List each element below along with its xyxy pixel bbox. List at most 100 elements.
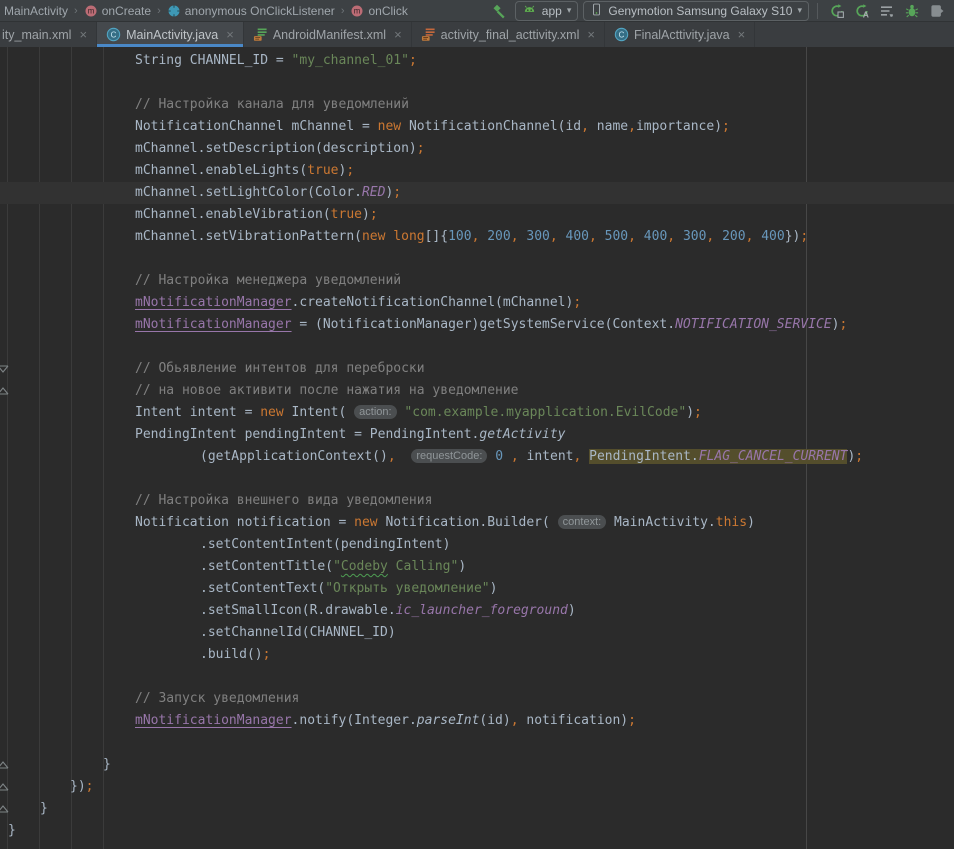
code-token: []{ — [425, 229, 448, 244]
code-line[interactable]: mChannel.enableLights(true); — [0, 160, 954, 182]
code-line[interactable]: String CHANNEL_ID = "my_channel_01"; — [0, 50, 954, 72]
apply-code-changes-button[interactable]: A — [851, 1, 873, 21]
code-token: .createNotificationChannel(mChannel) — [292, 295, 574, 310]
code-line[interactable]: // Настройка внешнего вида уведомления — [0, 490, 954, 512]
run-toolbar: app ▾ Genymotion Samsung Galaxy S10 ▾ A — [488, 1, 948, 21]
debug-button[interactable] — [901, 1, 923, 21]
code-token: ) — [568, 603, 576, 618]
code-token: Intent( — [284, 405, 354, 420]
debug-icon — [904, 3, 920, 19]
tab-mainactivity-java[interactable]: CMainActivity.java× — [97, 22, 244, 47]
code-token: mChannel.setLightColor(Color. — [135, 185, 362, 200]
fold-marker-icon[interactable] — [0, 363, 9, 373]
code-line[interactable]: // Настройка менеджера уведомлений — [0, 270, 954, 292]
code-token: "my_channel_01" — [292, 53, 409, 68]
code-token — [675, 229, 683, 244]
device-selector[interactable]: Genymotion Samsung Galaxy S10 ▾ — [583, 1, 809, 21]
fold-marker-icon[interactable] — [0, 759, 9, 769]
code-line[interactable]: Intent intent = new Intent( action: "com… — [0, 402, 954, 424]
code-line[interactable]: // Запуск уведомления — [0, 688, 954, 710]
tab-close-button[interactable]: × — [394, 28, 402, 41]
code-line[interactable]: } — [0, 754, 954, 776]
code-token: ; — [694, 405, 702, 420]
code-line[interactable] — [0, 732, 954, 754]
code-token: .setContentIntent(pendingIntent) — [200, 537, 450, 552]
code-token: parseInt — [417, 713, 480, 728]
code-token: name — [589, 119, 628, 134]
code-line[interactable]: mNotificationManager.notify(Integer.pars… — [0, 710, 954, 732]
code-line[interactable] — [0, 248, 954, 270]
code-line[interactable]: mChannel.setVibrationPattern(new long[]{… — [0, 226, 954, 248]
breadcrumb-label: onCreate — [102, 4, 151, 18]
profile-button[interactable] — [926, 1, 948, 21]
code-line[interactable]: } — [0, 798, 954, 820]
code-token: .notify(Integer. — [292, 713, 417, 728]
code-line[interactable]: .setContentIntent(pendingIntent) — [0, 534, 954, 556]
code-line[interactable]: // на новое активити после нажатия на ув… — [0, 380, 954, 402]
code-line[interactable] — [0, 336, 954, 358]
tab-activity-final-acttivity-xml[interactable]: activity_final_acttivity.xml× — [412, 22, 605, 47]
breadcrumb-label: MainActivity — [4, 4, 68, 18]
build-hammer-button[interactable] — [488, 1, 510, 21]
module-selector[interactable]: app ▾ — [515, 1, 579, 21]
tab-close-button[interactable]: × — [738, 28, 746, 41]
code-line[interactable]: }); — [0, 776, 954, 798]
breadcrumb-label: onClick — [368, 4, 407, 18]
code-line[interactable]: (getApplicationContext(), requestCode: 0… — [0, 446, 954, 468]
module-selector-label: app — [542, 4, 562, 18]
code-line[interactable]: mNotificationManager.createNotificationC… — [0, 292, 954, 314]
code-token: // Настройка канала для уведомлений — [135, 97, 409, 112]
code-line[interactable]: mChannel.enableVibration(true); — [0, 204, 954, 226]
code-token: // Обьявление интентов для переброски — [135, 361, 425, 376]
code-token: ) — [747, 515, 755, 530]
code-line[interactable]: .setContentTitle("Codeby Calling") — [0, 556, 954, 578]
code-token: } — [8, 823, 16, 838]
code-line[interactable]: NotificationChannel mChannel = new Notif… — [0, 116, 954, 138]
code-token: 200 — [487, 229, 510, 244]
profile-icon — [929, 3, 945, 19]
code-line[interactable]: mChannel.setDescription(description); — [0, 138, 954, 160]
fold-marker-icon[interactable] — [0, 385, 9, 395]
code-line[interactable]: .setContentText("Открыть уведомление") — [0, 578, 954, 600]
tab-close-button[interactable]: × — [587, 28, 595, 41]
tab-finalacttivity-java[interactable]: CFinalActtivity.java× — [605, 22, 755, 47]
code-token: mChannel.enableLights( — [135, 163, 307, 178]
code-token: } — [103, 757, 111, 772]
breadcrumb-item-anonymous-onclicklistener[interactable]: anonymous OnClickListener — [165, 4, 337, 18]
code-line[interactable]: mNotificationManager = (NotificationMana… — [0, 314, 954, 336]
tab-close-button[interactable]: × — [226, 28, 234, 41]
tab-androidmanifest-xml[interactable]: AndroidManifest.xml× — [244, 22, 412, 47]
fold-marker-icon[interactable] — [0, 781, 9, 791]
code-line[interactable]: } — [0, 820, 954, 842]
code-line[interactable] — [0, 468, 954, 490]
code-line[interactable]: .setChannelId(CHANNEL_ID) — [0, 622, 954, 644]
breadcrumb-item-mainactivity[interactable]: MainActivity — [2, 4, 70, 18]
apply-changes-button[interactable] — [826, 1, 848, 21]
code-editor[interactable]: String CHANNEL_ID = "my_channel_01"; // Н… — [0, 47, 954, 849]
parameter-hint: context: — [558, 515, 607, 529]
code-token — [581, 449, 589, 464]
code-line[interactable]: Notification notification = new Notifica… — [0, 512, 954, 534]
java-class-icon: C — [106, 27, 121, 42]
run-list-button[interactable] — [876, 1, 898, 21]
code-line[interactable]: .setSmallIcon(R.drawable.ic_launcher_for… — [0, 600, 954, 622]
tab-close-button[interactable]: × — [79, 28, 87, 41]
code-token: true — [307, 163, 338, 178]
code-line[interactable]: mChannel.setLightColor(Color.RED); — [0, 182, 954, 204]
code-line[interactable]: // Настройка канала для уведомлений — [0, 94, 954, 116]
tab-ity-main-xml[interactable]: ity_main.xml× — [0, 22, 97, 47]
code-line[interactable]: .build(); — [0, 644, 954, 666]
code-line[interactable] — [0, 72, 954, 94]
code-token — [597, 229, 605, 244]
breadcrumb-item-onclick[interactable]: monClick — [348, 4, 409, 18]
code-line[interactable]: // Обьявление интентов для переброски — [0, 358, 954, 380]
java-class-icon: C — [614, 27, 629, 42]
fold-marker-icon[interactable] — [0, 803, 9, 813]
code-line[interactable]: PendingIntent pendingIntent = PendingInt… — [0, 424, 954, 446]
code-token: , — [667, 229, 675, 244]
code-token: mNotificationManager — [135, 295, 292, 310]
code-line[interactable] — [0, 666, 954, 688]
svg-text:C: C — [111, 31, 117, 40]
code-token: new — [362, 229, 385, 244]
breadcrumb-item-oncreate[interactable]: monCreate — [82, 4, 153, 18]
